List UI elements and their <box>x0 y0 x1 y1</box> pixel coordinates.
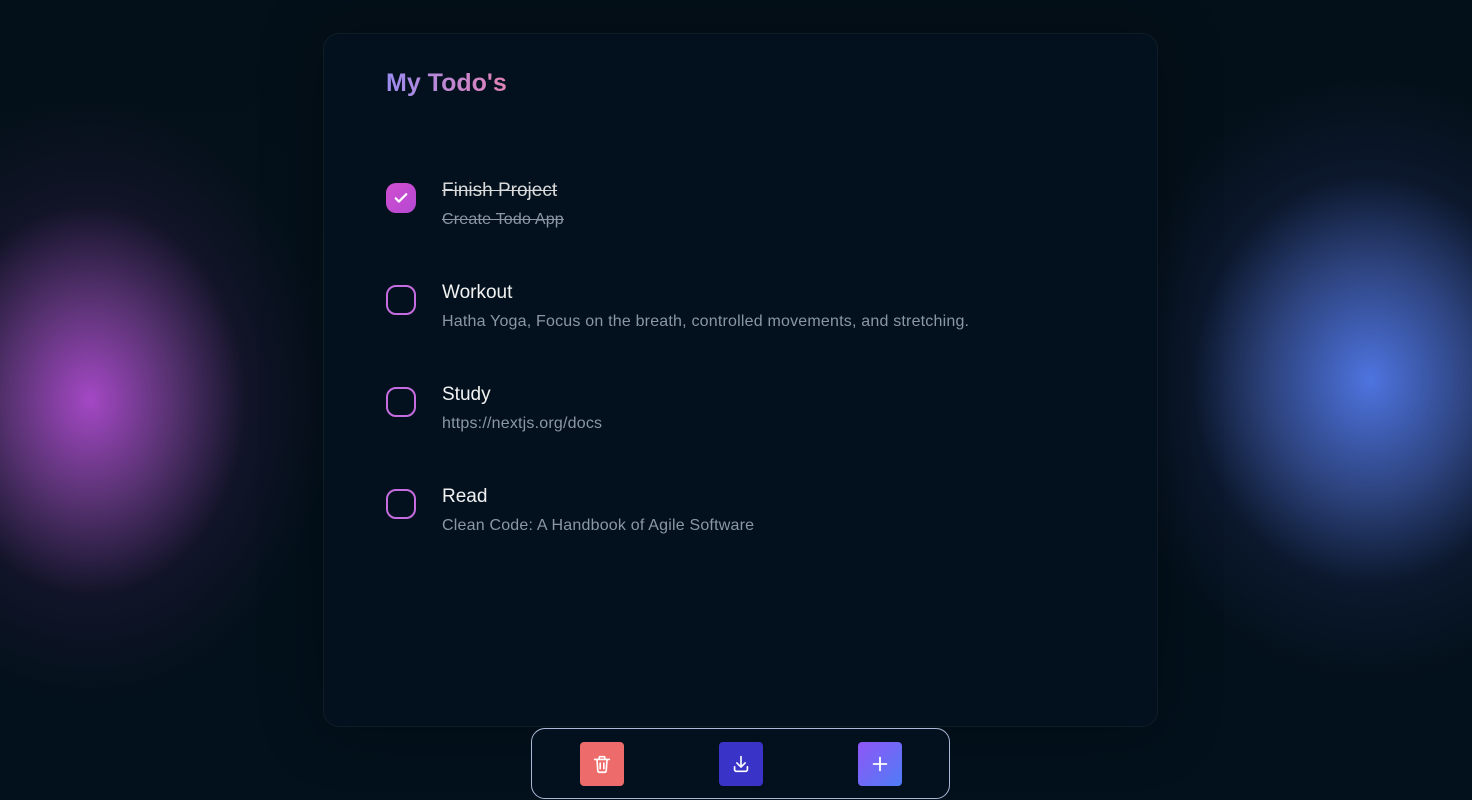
plus-icon <box>872 756 888 772</box>
todo-list: Finish Project Create Todo App Workout H… <box>386 180 1126 588</box>
download-icon <box>733 755 749 773</box>
todo-description: https://nextjs.org/docs <box>442 415 603 432</box>
todo-text: Workout Hatha Yoga, Focus on the breath,… <box>442 282 969 332</box>
todo-item: Read Clean Code: A Handbook of Agile Sof… <box>386 486 1126 588</box>
todo-description: Hatha Yoga, Focus on the breath, control… <box>442 313 970 330</box>
todo-title: Workout <box>442 282 513 303</box>
todo-description: Create Todo App <box>442 211 564 228</box>
download-button[interactable] <box>719 742 763 786</box>
todo-text: Finish Project Create Todo App <box>442 180 564 230</box>
todo-title: Finish Project <box>442 180 558 201</box>
todo-item: Study https://nextjs.org/docs <box>386 384 1126 486</box>
todo-checkbox[interactable] <box>386 387 416 417</box>
delete-button[interactable] <box>580 742 624 786</box>
todo-item: Finish Project Create Todo App <box>386 180 1126 282</box>
check-icon <box>394 193 408 203</box>
todo-checkbox[interactable] <box>386 183 416 213</box>
trash-icon <box>593 755 611 774</box>
todo-item: Workout Hatha Yoga, Focus on the breath,… <box>386 282 1126 384</box>
todo-text: Study https://nextjs.org/docs <box>442 384 602 434</box>
page-title: My Todo's <box>386 69 507 97</box>
bottom-toolbar <box>531 728 950 799</box>
todo-checkbox[interactable] <box>386 489 416 519</box>
todo-text: Read Clean Code: A Handbook of Agile Sof… <box>442 486 754 536</box>
add-button[interactable] <box>858 742 902 786</box>
todo-title: Read <box>442 486 488 507</box>
todo-title: Study <box>442 384 491 405</box>
todo-description: Clean Code: A Handbook of Agile Software <box>442 517 755 534</box>
todo-checkbox[interactable] <box>386 285 416 315</box>
todo-card: My Todo's Finish Project Create Todo App… <box>323 33 1158 727</box>
